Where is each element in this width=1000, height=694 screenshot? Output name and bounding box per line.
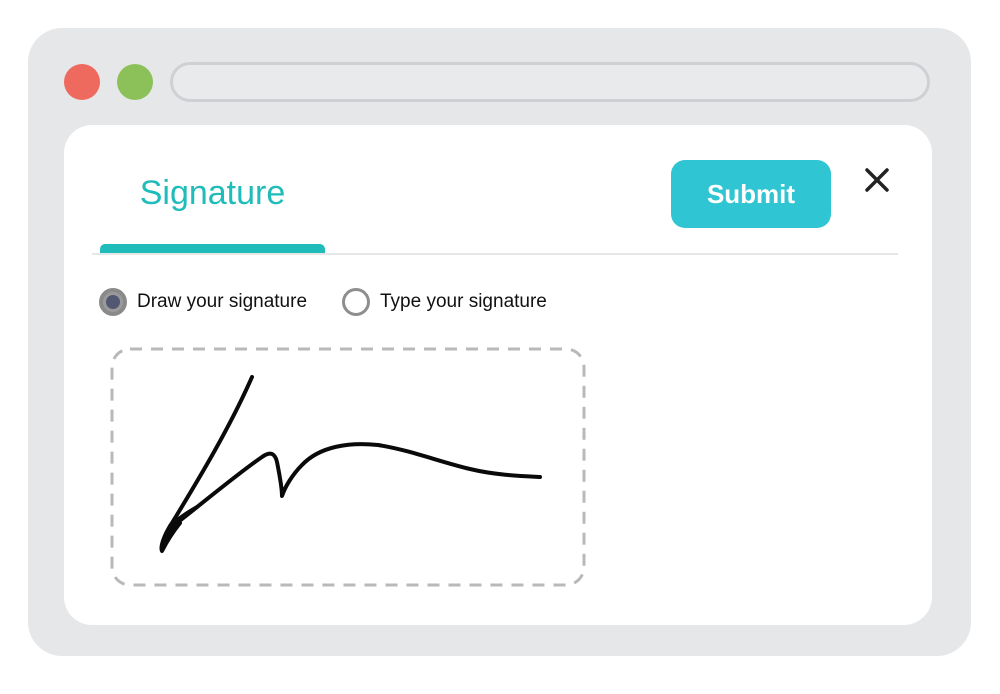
- signature-drawing: [159, 375, 542, 553]
- tab-signature[interactable]: Signature: [100, 173, 325, 213]
- dashed-border: [110, 347, 586, 587]
- window-zoom-dot[interactable]: [117, 64, 153, 100]
- signature-canvas: [110, 347, 586, 587]
- radio-button-draw[interactable]: [99, 288, 127, 316]
- close-icon[interactable]: [860, 163, 894, 197]
- radio-label-type: Type your signature: [380, 291, 547, 312]
- tab-divider: [92, 253, 898, 255]
- signature-pad[interactable]: [110, 347, 586, 587]
- radio-label-draw: Draw your signature: [137, 291, 308, 312]
- window-close-dot[interactable]: [64, 64, 100, 100]
- radio-dot: [106, 295, 120, 309]
- radio-button-type[interactable]: [342, 288, 370, 316]
- signature-dialog: Signature Submit Draw your signature Typ…: [64, 125, 932, 625]
- address-bar[interactable]: [170, 62, 930, 102]
- radio-type-signature[interactable]: Type your signature: [342, 285, 547, 319]
- close-x-glyph: [865, 168, 889, 192]
- submit-button[interactable]: Submit: [671, 160, 831, 228]
- radio-draw-signature[interactable]: Draw your signature: [99, 285, 307, 319]
